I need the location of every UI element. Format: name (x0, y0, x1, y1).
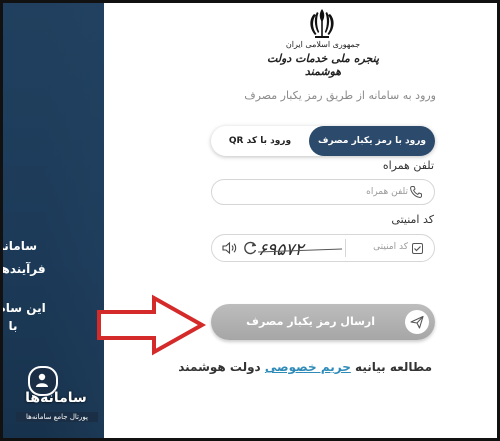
iran-emblem-icon (310, 9, 334, 38)
audio-captcha-icon[interactable] (222, 241, 237, 255)
login-subtitle: ورود به سامانه از طریق رمز یکبار مصرف (244, 89, 436, 102)
send-icon-circle (405, 310, 429, 334)
send-otp-label: ارسال رمز یکبار مصرف (246, 315, 375, 328)
phone-field-container (211, 179, 435, 205)
privacy-link[interactable]: حریم خصوصی (265, 360, 351, 374)
send-icon (410, 315, 424, 329)
captcha-label: کد امنیتی (391, 213, 434, 226)
captcha-image: ۶۹۵۷۲ (258, 238, 342, 262)
captcha-divider (345, 239, 346, 257)
captcha-checkbox-icon (412, 243, 423, 254)
phone-label: تلفن همراه (382, 159, 434, 172)
watermark-name: سامانه‌ها (25, 390, 87, 406)
tab-qr-login[interactable]: ورود با کد QR (211, 126, 309, 156)
phone-input[interactable] (248, 180, 408, 204)
captcha-input[interactable] (348, 235, 408, 259)
privacy-statement: مطالعه بیانیه حریم خصوصی دولت هوشمند (178, 360, 432, 374)
tab-otp-login[interactable]: ورود با رمز یکبار مصرف (309, 126, 435, 156)
red-arrow-icon (97, 294, 207, 356)
privacy-prefix: مطالعه بیانیه (355, 360, 432, 374)
watermark-tagline: پورتال جامع سامانه‌ها (16, 412, 98, 422)
refresh-captcha-icon[interactable] (243, 240, 258, 256)
phone-icon (410, 186, 422, 198)
login-method-tabs: ورود با کد QR ورود با رمز یکبار مصرف (211, 126, 435, 156)
send-otp-button[interactable]: ارسال رمز یکبار مصرف (211, 304, 435, 340)
brand-line-2: پنجره ملی خدمات دولت هوشمند (266, 52, 380, 78)
brand-line-1: جمهوری اسلامی ایران (285, 40, 361, 49)
privacy-suffix: دولت هوشمند (178, 360, 261, 374)
